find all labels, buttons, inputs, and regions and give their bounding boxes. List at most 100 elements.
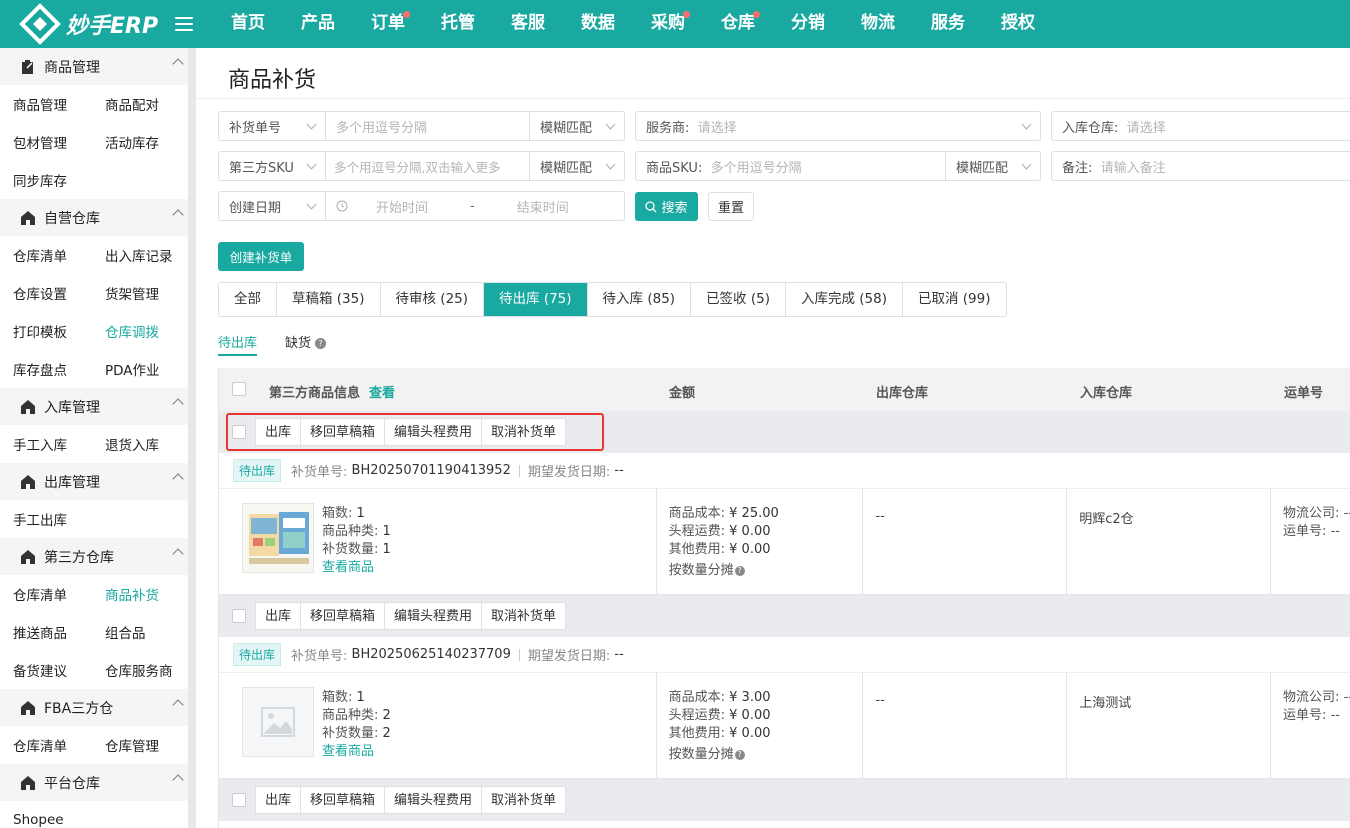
tab-signed[interactable]: 已签收 (5) bbox=[691, 283, 786, 316]
help-icon[interactable]: ? bbox=[315, 338, 327, 349]
nav-item[interactable]: 授权 bbox=[983, 0, 1053, 48]
cancel-order-button[interactable]: 取消补货单 bbox=[481, 786, 567, 814]
tab-pending-review[interactable]: 待审核 (25) bbox=[381, 283, 485, 316]
sidebar-item[interactable]: 活动库存 bbox=[92, 132, 184, 152]
sku-type-select[interactable]: 第三方SKU bbox=[219, 152, 326, 180]
order-no-match-select[interactable]: 模糊匹配 bbox=[530, 112, 624, 140]
warehouse-select[interactable]: 入库仓库: 请选择 bbox=[1051, 111, 1350, 141]
subtab-shortage[interactable]: 缺货? bbox=[285, 332, 327, 356]
nav-item[interactable]: 分销 bbox=[773, 0, 843, 48]
kinds-label: 商品种类: bbox=[322, 708, 379, 723]
view-goods-link[interactable]: 查看商品 bbox=[322, 743, 391, 761]
sidebar-scrollbar[interactable] bbox=[188, 48, 196, 828]
sidebar-item[interactable]: 手工出库 bbox=[0, 509, 92, 529]
date-type-select[interactable]: 创建日期 bbox=[219, 192, 326, 220]
subtab-pending[interactable]: 待出库 bbox=[218, 332, 258, 356]
sidebar-item[interactable]: 同步库存 bbox=[0, 170, 92, 190]
reset-button[interactable]: 重置 bbox=[708, 192, 754, 221]
nav-item[interactable]: 数据 bbox=[563, 0, 633, 48]
tab-cancelled[interactable]: 已取消 (99) bbox=[903, 283, 1006, 316]
header-view-link[interactable]: 查看 bbox=[369, 382, 395, 401]
sidebar-item[interactable]: 备货建议 bbox=[0, 660, 92, 680]
select-all-checkbox[interactable] bbox=[232, 382, 246, 396]
sidebar-item[interactable]: 包材管理 bbox=[0, 132, 92, 152]
sidebar-item[interactable]: 仓库服务商 bbox=[92, 660, 184, 680]
sidebar-group-own-warehouse[interactable]: 自营仓库 bbox=[0, 199, 196, 236]
view-goods-link[interactable]: 查看商品 bbox=[322, 559, 391, 577]
tab-pending-outbound[interactable]: 待出库 (75) bbox=[484, 283, 588, 316]
sidebar-item[interactable]: 打印模板 bbox=[0, 321, 92, 341]
provider-select[interactable]: 服务商: 请选择 bbox=[635, 111, 1041, 141]
move-to-draft-button[interactable]: 移回草稿箱 bbox=[300, 786, 386, 814]
menu-toggle-icon[interactable] bbox=[175, 17, 193, 31]
help-icon[interactable]: ? bbox=[734, 750, 745, 760]
outbound-button[interactable]: 出库 bbox=[255, 786, 302, 814]
search-button[interactable]: 搜索 bbox=[635, 192, 698, 221]
sidebar-item[interactable]: 仓库管理 bbox=[92, 735, 184, 755]
sidebar-item[interactable]: PDA作业 bbox=[92, 359, 184, 379]
outbound-button[interactable]: 出库 bbox=[255, 602, 302, 630]
sidebar-item[interactable]: 手工入库 bbox=[0, 434, 92, 454]
tab-draft[interactable]: 草稿箱 (35) bbox=[277, 283, 381, 316]
app-logo[interactable]: 妙手ERP bbox=[0, 2, 200, 46]
product-sku-match-select[interactable]: 模糊匹配 bbox=[946, 152, 1040, 180]
sidebar-item[interactable]: 仓库清单 bbox=[0, 584, 92, 604]
sidebar-group-inbound[interactable]: 入库管理 bbox=[0, 388, 196, 425]
tab-inbound-complete[interactable]: 入库完成 (58) bbox=[786, 283, 903, 316]
row-checkbox[interactable] bbox=[232, 609, 246, 623]
sidebar-item[interactable]: 出入库记录 bbox=[92, 245, 184, 265]
nav-item[interactable]: 物流 bbox=[843, 0, 913, 48]
nav-item[interactable]: 订单 bbox=[353, 0, 423, 48]
sidebar-item[interactable]: 仓库设置 bbox=[0, 283, 92, 303]
sidebar-item[interactable]: 商品管理 bbox=[0, 94, 92, 114]
cancel-order-button[interactable]: 取消补货单 bbox=[481, 602, 567, 630]
chevron-up-icon bbox=[172, 58, 184, 70]
sidebar-group-fba[interactable]: FBA三方仓 bbox=[0, 689, 196, 726]
date-range-picker[interactable]: 开始时间 - 结束时间 bbox=[326, 192, 624, 220]
sidebar-item[interactable]: 货架管理 bbox=[92, 283, 184, 303]
sidebar-item[interactable]: 组合品 bbox=[92, 622, 184, 642]
sidebar-group-product[interactable]: 商品管理 bbox=[0, 48, 196, 85]
product-thumbnail[interactable] bbox=[242, 503, 314, 573]
sidebar-group-label: 自营仓库 bbox=[44, 210, 100, 227]
sidebar-item[interactable]: Shopee bbox=[0, 812, 92, 828]
tab-pending-inbound[interactable]: 待入库 (85) bbox=[588, 283, 692, 316]
nav-item[interactable]: 仓库 bbox=[703, 0, 773, 48]
product-thumbnail[interactable] bbox=[242, 687, 314, 757]
sku-input[interactable]: 多个用逗号分隔,双击输入更多 bbox=[326, 152, 530, 180]
edit-freight-button[interactable]: 编辑头程费用 bbox=[384, 786, 483, 814]
sidebar-item-warehouse-transfer[interactable]: 仓库调拨 bbox=[92, 321, 184, 341]
nav-item[interactable]: 产品 bbox=[283, 0, 353, 48]
tracking-label: 运单号: bbox=[1283, 708, 1327, 723]
sidebar-group-third-party[interactable]: 第三方仓库 bbox=[0, 538, 196, 575]
sidebar-group-platform[interactable]: 平台仓库 bbox=[0, 764, 196, 801]
sidebar-item[interactable]: 商品配对 bbox=[92, 94, 184, 114]
remark-input[interactable]: 备注: 请输入备注 bbox=[1051, 151, 1350, 181]
nav-item[interactable]: 采购 bbox=[633, 0, 703, 48]
order-no-input[interactable]: 多个用逗号分隔 bbox=[326, 112, 530, 140]
nav-item[interactable]: 服务 bbox=[913, 0, 983, 48]
help-icon[interactable]: ? bbox=[734, 566, 745, 576]
nav-item[interactable]: 首页 bbox=[213, 0, 283, 48]
tab-all[interactable]: 全部 bbox=[219, 283, 277, 316]
product-sku-input[interactable]: 商品SKU: 多个用逗号分隔 bbox=[636, 152, 946, 180]
sidebar-item[interactable]: 退货入库 bbox=[92, 434, 184, 454]
sidebar-item[interactable]: 库存盘点 bbox=[0, 359, 92, 379]
sidebar-group-outbound[interactable]: 出库管理 bbox=[0, 463, 196, 500]
order-no-type-select[interactable]: 补货单号 bbox=[219, 112, 326, 140]
sidebar-item-replenishment[interactable]: 商品补货 bbox=[92, 584, 184, 604]
create-replenishment-button[interactable]: 创建补货单 bbox=[218, 242, 304, 271]
move-to-draft-button[interactable]: 移回草稿箱 bbox=[300, 602, 386, 630]
edit-freight-button[interactable]: 编辑头程费用 bbox=[384, 602, 483, 630]
amount-cell: 商品成本: ¥ 25.00 头程运费: ¥ 0.00 其他费用: ¥ 0.00 … bbox=[657, 489, 864, 594]
nav-item[interactable]: 托管 bbox=[423, 0, 493, 48]
sidebar-item[interactable]: 仓库清单 bbox=[0, 245, 92, 265]
nav-item[interactable]: 客服 bbox=[493, 0, 563, 48]
sidebar-item[interactable]: 仓库清单 bbox=[0, 735, 92, 755]
batch-actions-row: 出库 移回草稿箱 编辑头程费用 取消补货单 bbox=[219, 779, 1350, 821]
sku-match-select[interactable]: 模糊匹配 bbox=[530, 152, 624, 180]
sidebar-item[interactable]: 推送商品 bbox=[0, 622, 92, 642]
sidebar-group-label: 出库管理 bbox=[44, 474, 100, 491]
row-checkbox[interactable] bbox=[232, 793, 246, 807]
table-row: 箱数: 1 商品种类: 1 补货数量: 1 查看商品 商品成本: ¥ 25.00… bbox=[219, 489, 1350, 595]
